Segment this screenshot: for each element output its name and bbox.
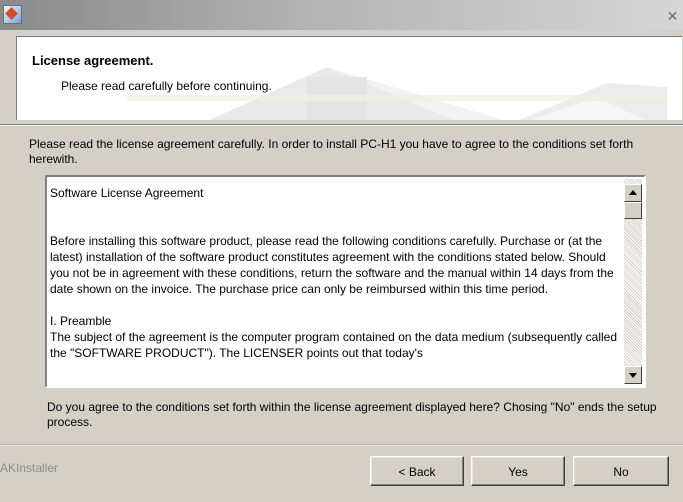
intro-text: Please read the license agreement carefu… xyxy=(29,137,634,166)
yes-button[interactable]: Yes xyxy=(471,456,565,486)
installer-brand: AKInstaller xyxy=(0,461,59,475)
no-button[interactable]: No xyxy=(573,456,669,486)
header-divider xyxy=(0,124,683,126)
agreement-question: Do you agree to the conditions set forth… xyxy=(47,400,657,429)
scroll-up-button[interactable] xyxy=(624,184,642,202)
scroll-thumb[interactable] xyxy=(624,202,642,219)
license-paragraph: The subject of the agreement is the comp… xyxy=(50,330,617,360)
license-heading: Software License Agreement xyxy=(50,186,204,200)
vertical-scrollbar[interactable] xyxy=(624,179,642,384)
close-icon[interactable]: ✕ xyxy=(664,9,681,24)
header-subtitle: Please read carefully before continuing. xyxy=(61,79,272,93)
scroll-down-button[interactable] xyxy=(624,366,642,384)
license-textbox[interactable]: Software License Agreement Before instal… xyxy=(45,175,646,388)
footer-divider xyxy=(0,444,683,446)
title-bar[interactable]: ✕ xyxy=(0,0,683,30)
header-panel: License agreement. Please read carefully… xyxy=(16,36,682,120)
license-paragraph: Before installing this software product,… xyxy=(50,234,614,296)
back-button[interactable]: < Back xyxy=(370,456,464,486)
scroll-up-arrow-icon xyxy=(629,190,637,195)
license-section-heading: I. Preamble xyxy=(50,314,112,328)
header-title: License agreement. xyxy=(32,53,154,68)
scroll-down-arrow-icon xyxy=(629,373,637,378)
license-text: Software License Agreement Before instal… xyxy=(50,185,620,361)
installer-app-icon xyxy=(3,5,22,24)
